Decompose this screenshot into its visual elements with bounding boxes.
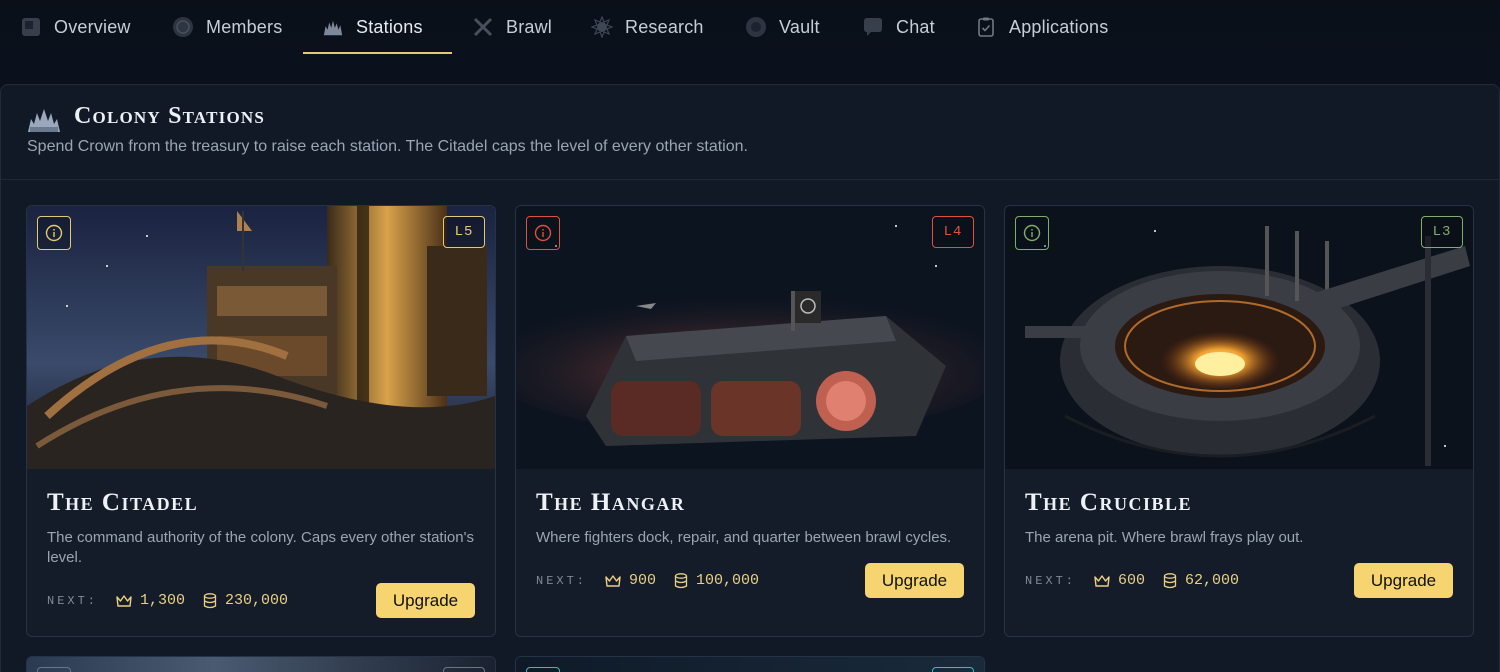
crown-cost: 900 <box>629 572 657 589</box>
station-card-partial <box>515 656 985 672</box>
tab-label: Research <box>625 16 704 37</box>
station-card-hangar: L4 The Hangar Where fighters dock, repai… <box>515 205 985 637</box>
level-badge: L4 <box>932 216 974 248</box>
level-badge <box>932 667 974 672</box>
applications-icon <box>975 16 997 38</box>
station-description: Where fighters dock, repair, and quarter… <box>536 529 952 546</box>
next-label: NEXT: <box>47 593 99 608</box>
tab-stations[interactable]: Stations <box>322 0 423 54</box>
tab-label: Stations <box>356 16 423 37</box>
stations-icon <box>27 107 61 133</box>
tab-vault[interactable]: Vault <box>745 0 820 54</box>
upgrade-cost: NEXT: 600 62,000 <box>1025 572 1249 589</box>
level-badge: L5 <box>443 216 485 248</box>
tab-brawl[interactable]: Brawl <box>472 0 552 54</box>
station-card-crucible: L3 The Crucible The arena pit. Where bra… <box>1004 205 1474 637</box>
page-subtitle: Spend Crown from the treasury to raise e… <box>27 138 748 155</box>
info-button[interactable] <box>1015 216 1049 250</box>
tab-label: Overview <box>54 16 131 37</box>
crucible-image <box>1005 206 1473 469</box>
station-name: The Crucible <box>1025 489 1193 516</box>
panel-header: Colony Stations Spend Crown from the tre… <box>1 85 1499 180</box>
crown-cost: 600 <box>1118 572 1146 589</box>
station-name: The Citadel <box>47 489 199 516</box>
crown-icon <box>116 594 132 607</box>
research-icon <box>591 16 613 38</box>
tab-members[interactable]: Members <box>172 0 282 54</box>
coins-icon <box>674 572 688 588</box>
station-image <box>27 657 495 672</box>
upgrade-button[interactable]: Upgrade <box>1354 563 1453 598</box>
tab-chat[interactable]: Chat <box>862 0 935 54</box>
level-badge <box>443 667 485 672</box>
tab-applications[interactable]: Applications <box>975 0 1108 54</box>
tab-overview[interactable]: Overview <box>20 0 131 54</box>
station-card-citadel: L5 The Citadel The command authority of … <box>26 205 496 637</box>
tab-label: Members <box>206 16 283 37</box>
next-label: NEXT: <box>1025 573 1077 588</box>
upgrade-cost: NEXT: 1,300 230,000 <box>47 592 298 609</box>
info-icon <box>45 224 63 242</box>
chat-icon <box>862 16 884 38</box>
info-button[interactable] <box>37 216 71 250</box>
tab-label: Chat <box>896 16 935 37</box>
info-button[interactable] <box>37 667 71 672</box>
tab-label: Vault <box>779 16 820 37</box>
top-nav: Overview Members Stations Brawl Research… <box>0 0 1500 56</box>
coins-icon <box>1163 572 1177 588</box>
crown-icon <box>1094 574 1110 587</box>
info-icon <box>534 224 552 242</box>
next-label: NEXT: <box>536 573 588 588</box>
brawl-icon <box>472 16 494 38</box>
station-card-partial <box>26 656 496 672</box>
stations-icon <box>322 16 344 38</box>
overview-icon <box>20 16 42 38</box>
coins-icon <box>203 592 217 608</box>
info-button[interactable] <box>526 667 560 672</box>
vault-icon <box>745 16 767 38</box>
treasury-cost: 62,000 <box>1185 572 1240 589</box>
treasury-cost: 230,000 <box>225 592 289 609</box>
tab-label: Applications <box>1009 16 1109 37</box>
station-name: The Hangar <box>536 489 686 516</box>
members-icon <box>172 16 194 38</box>
upgrade-button[interactable]: Upgrade <box>376 583 475 618</box>
station-description: The command authority of the colony. Cap… <box>47 529 474 566</box>
treasury-cost: 100,000 <box>696 572 760 589</box>
station-image <box>516 657 984 672</box>
active-tab-indicator <box>303 52 452 54</box>
tab-research[interactable]: Research <box>591 0 704 54</box>
station-description: The arena pit. Where brawl frays play ou… <box>1025 529 1304 546</box>
citadel-image <box>27 206 495 469</box>
level-badge: L3 <box>1421 216 1463 248</box>
upgrade-cost: NEXT: 900 100,000 <box>536 572 769 589</box>
hangar-image <box>516 206 984 469</box>
crown-cost: 1,300 <box>140 592 186 609</box>
page-title: Colony Stations <box>74 103 266 129</box>
tab-label: Brawl <box>506 16 553 37</box>
crown-icon <box>605 574 621 587</box>
info-button[interactable] <box>526 216 560 250</box>
info-icon <box>1023 224 1041 242</box>
upgrade-button[interactable]: Upgrade <box>865 563 964 598</box>
